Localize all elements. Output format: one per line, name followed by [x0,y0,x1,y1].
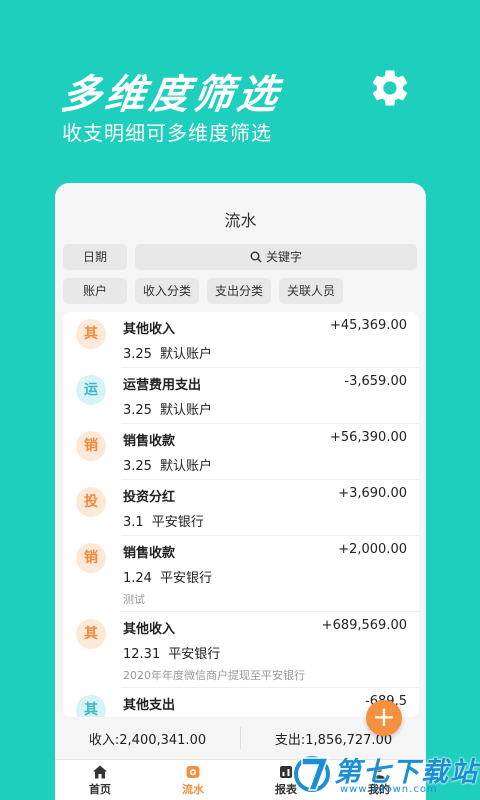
related-person-label: 关联人员 [286,284,335,298]
transaction-date: 12.31 [123,647,161,662]
related-person-filter-button[interactable]: 关联人员 [279,278,343,304]
transaction-account: 平安银行 [168,647,221,662]
hero-subtitle: 收支明细可多维度筛选 [62,121,272,145]
phone-screen: 流水 日期 关键字 账户 收入分类 支出分类 关联人员 其 其他收入 +45,3… [55,183,426,800]
date-filter-button[interactable]: 日期 [63,244,127,270]
watermark: 第七下载站 www.7down.com [292,748,480,800]
tab-flow[interactable]: 流水 [158,760,228,800]
transaction-date: 3.25 [123,347,152,362]
income-category-label: 收入分类 [142,284,191,298]
list-item[interactable]: 销 销售收款 +2,000.00 1.24 平安银行 测试 [63,536,419,612]
tab-home-label: 首页 [89,783,111,796]
list-item[interactable]: 运 运营费用支出 -3,659.00 3.25 默认账户 [63,368,419,424]
category-avatar: 其 [76,619,106,649]
transaction-amount: +56,390.00 [329,430,407,445]
category-avatar: 销 [76,431,106,461]
category-avatar: 其 [76,695,106,717]
tab-flow-label: 流水 [182,783,204,796]
transaction-date: 3.25 [123,459,152,474]
wallet-icon [186,766,200,778]
transaction-account: 平安银行 [151,515,204,530]
search-icon [250,251,262,263]
transaction-meta: 1.24 平安银行 [123,567,212,586]
transaction-meta: 3.25 默认账户 [123,399,212,418]
income-category-filter-button[interactable]: 收入分类 [135,278,199,304]
search-placeholder: 关键字 [265,250,302,264]
transaction-date: 1.24 [123,571,152,586]
transaction-account: 默认账户 [159,347,212,362]
transaction-amount: +689,569.00 [321,618,407,633]
transaction-amount: -3,659.00 [344,374,407,389]
transaction-category: 运营费用支出 [123,378,202,393]
date-filter-label: 日期 [82,250,107,264]
transaction-note: 2020年年度微信商户提现至平安银行 [123,669,305,682]
transaction-meta: 3.25 默认账户 [123,455,212,474]
watermark-logo-icon [294,756,330,792]
add-transaction-button[interactable]: + [366,700,402,736]
transaction-meta: 3.25 默认账户 [123,343,212,362]
home-icon [93,765,107,779]
hero-title: 多维度筛选 [58,72,285,118]
transaction-meta: 12.31 平安银行 [123,643,220,662]
transaction-meta: 3.1 平安银行 [123,511,204,530]
transaction-category: 投资分红 [123,490,176,505]
expense-category-filter-button[interactable]: 支出分类 [207,278,271,304]
category-avatar: 销 [76,543,106,573]
transaction-date: 3.25 [123,403,152,418]
category-avatar: 其 [76,319,106,349]
expense-total: 支出:1,856,727.00 [274,732,393,748]
screen-title: 流水 [224,211,257,230]
income-total: 收入:2,400,341.00 [88,732,207,748]
transaction-list[interactable]: 其 其他收入 +45,369.00 3.25 默认账户 运 运营费用支出 -3,6… [63,312,419,717]
category-avatar: 投 [76,487,106,517]
transaction-category: 销售收款 [123,434,176,449]
transaction-amount: +45,369.00 [329,318,407,333]
list-item[interactable]: 销 销售收款 +56,390.00 3.25 默认账户 [63,424,419,480]
transaction-note: 测试 [123,593,145,606]
transaction-account: 默认账户 [159,459,212,474]
account-filter-button[interactable]: 账户 [63,278,127,304]
category-avatar: 运 [76,375,106,405]
gear-icon [372,70,408,106]
list-item[interactable]: 投 投资分红 +3,690.00 3.1 平安银行 [63,480,419,536]
transaction-account: 默认账户 [159,403,212,418]
account-filter-label: 账户 [82,284,107,298]
tab-home[interactable]: 首页 [65,760,135,800]
transaction-category: 其他收入 [123,322,176,337]
keyword-search-input[interactable]: 关键字 [135,244,417,270]
transaction-category: 其他支出 [123,698,176,713]
transaction-account: 平安银行 [159,571,212,586]
transaction-category: 其他收入 [123,622,176,637]
transaction-amount: +3,690.00 [338,486,407,501]
expense-category-label: 支出分类 [214,284,263,298]
transaction-category: 销售收款 [123,546,176,561]
transaction-date: 3.1 [123,515,144,530]
watermark-url: www.7down.com [340,784,438,795]
list-item[interactable]: 其 其他收入 +45,369.00 3.25 默认账户 [63,312,419,368]
list-item[interactable]: 其 其他收入 +689,569.00 12.31 平安银行 2020年年度微信商户… [63,612,419,688]
transaction-amount: +2,000.00 [338,542,407,557]
